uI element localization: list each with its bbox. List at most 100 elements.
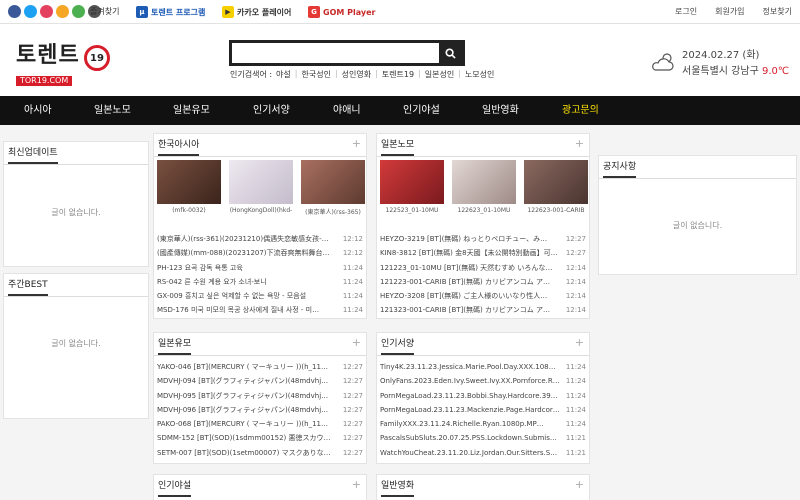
twitter-icon[interactable]	[24, 5, 37, 18]
nav-item-general-movie[interactable]: 일반영화	[482, 96, 519, 125]
section-title[interactable]: 일반영화	[381, 475, 415, 497]
nav-item-japan-yumo[interactable]: 일본유모	[173, 96, 210, 125]
more-icon[interactable]: +	[575, 336, 584, 349]
post-title: Tiny4K.23.11.23.Jessica.Marie.Pool.Day.X…	[380, 363, 560, 371]
list-item[interactable]: OnlyFans.2023.Eden.Ivy.Sweet.Ivy.XX.Porn…	[380, 374, 586, 388]
keyword-item[interactable]: 노모성인	[465, 69, 494, 80]
list-item[interactable]: PAKO-068 [BT](MERCURY ( マーキュリー ))(h_11… 1…	[157, 417, 363, 431]
cloud-sun-icon	[652, 53, 674, 71]
keyword-item[interactable]: 야설	[276, 69, 291, 80]
search-box	[229, 40, 465, 66]
list-item[interactable]: HEYZO-3219 [BT](無碼) ねっとりベロチュー、み… 12:27	[380, 232, 586, 246]
post-time: 12:27	[342, 405, 363, 414]
post-title: HEYZO-3219 [BT](無碼) ねっとりベロチュー、み…	[380, 235, 548, 243]
thumbnail-card[interactable]: (HongKongDoll)(hkd-	[229, 160, 293, 216]
list-item[interactable]: (東京華人)(rss-361)(20231210)偶遇失恋敏感女孩-… 12:12	[157, 232, 363, 246]
more-icon[interactable]: +	[352, 336, 361, 349]
list-item[interactable]: WatchYouCheat.23.11.20.Liz.Jordan.Our.Si…	[380, 446, 586, 460]
thumbnail-caption: 122523_01-10MU	[385, 207, 439, 214]
post-time: 12:14	[565, 263, 586, 272]
thumbnail-card[interactable]: 122623-001-CARIB	[524, 160, 588, 214]
section-title[interactable]: 일본유모	[158, 333, 192, 355]
find-info-link[interactable]: 정보찾기	[763, 6, 792, 17]
torrent-icon: μ	[136, 6, 148, 18]
weather-date: 2024.02.27 (화)	[682, 50, 760, 61]
list-item[interactable]: (國產傳媒)(mm-088)(20231207)下流吞爽無料舞台… 12:12	[157, 246, 363, 260]
post-title: PascalsSubSluts.20.07.25.PSS.Lockdown.Su…	[380, 434, 557, 443]
latest-updates-title[interactable]: 최신업데이트	[8, 142, 58, 164]
torrent-program-link[interactable]: μ 토렌트 프로그램	[136, 4, 205, 20]
list-item[interactable]: 121223-001-CARIB [BT](無碼) カリビアンコム ア… 12:1…	[380, 275, 586, 289]
nav-item-ad-inquiry[interactable]: 광고문의	[562, 96, 599, 125]
adult-19-badge: 19	[84, 45, 110, 71]
instagram-icon[interactable]	[40, 5, 53, 18]
kakao-player-link[interactable]: ▶ 카카오 플레이어	[222, 4, 291, 20]
list-item[interactable]: RS-042 른 수원 계용 요가 소녀-보니 11:24	[157, 275, 363, 289]
nav-item-asia[interactable]: 아시아	[24, 96, 52, 125]
more-icon[interactable]: +	[575, 137, 584, 150]
post-title: OnlyFans.2023.Eden.Ivy.Sweet.Ivy.XX.Porn…	[380, 377, 560, 386]
list-item[interactable]: 121323-001-CARIB [BT](無碼) カリビアンコム ア… 12:1…	[380, 303, 586, 317]
notice-title[interactable]: 공지사항	[603, 156, 637, 178]
site-header: 토렌트 TOR19.COM 19 인기검색어 : 야설 | 한국성인 | 성인영화 |…	[0, 24, 800, 96]
nav-item-anime[interactable]: 야애니	[333, 96, 361, 125]
list-item[interactable]: FamilyXXX.23.11.24.Richelle.Ryan.1080p.M…	[380, 417, 586, 431]
list-item[interactable]: PornMegaLoad.23.11.23.Bobbi.Shay.Hardcor…	[380, 389, 586, 403]
thumbnail-card[interactable]: 122523_01-10MU	[380, 160, 444, 214]
list-item[interactable]: PornMegaLoad.23.11.23.Mackenzie.Page.Har…	[380, 403, 586, 417]
post-title: SETM-007 [BT](SOD)(1setm00007) マスクありな…	[157, 448, 331, 457]
keyword-item[interactable]: 토렌트19	[382, 69, 414, 80]
gom-player-link[interactable]: G GOM Player	[308, 4, 375, 20]
list-item[interactable]: MSD-176 미국 미모의 목공 상사에게 질내 사정 - 미… 11:24	[157, 303, 363, 317]
list-item[interactable]: PascalsSubSluts.20.07.25.PSS.Lockdown.Su…	[380, 431, 586, 445]
weekly-best-title[interactable]: 주간BEST	[8, 274, 48, 296]
list-item[interactable]: MDVHJ-094 [BT](グラフィティジャパン)(48mdvhj… 12:27	[157, 374, 363, 388]
post-list: HEYZO-3219 [BT](無碼) ねっとりベロチュー、み… 12:27 KI…	[380, 232, 586, 318]
list-item[interactable]: HEYZO-3208 [BT](無碼) ご主人様のいいなり性人… 12:14	[380, 289, 586, 303]
list-item[interactable]: SDMM-152 [BT](SOD)(1sdmm00152) 悪徳スカウ… 12:…	[157, 431, 363, 445]
post-time: 12:14	[565, 292, 586, 301]
list-item[interactable]: PH-123 요곡 감독 욕통 고육 11:24	[157, 261, 363, 275]
section-title[interactable]: 인기서양	[381, 333, 415, 355]
list-item[interactable]: MDVHJ-095 [BT](グラフィティジャパン)(48mdvhj… 12:27	[157, 389, 363, 403]
section-title[interactable]: 한국아시아	[158, 134, 200, 156]
thumbnail-image	[452, 160, 516, 204]
telegram-icon[interactable]	[72, 5, 85, 18]
post-time: 11:24	[342, 263, 363, 272]
site-logo[interactable]: 토렌트 TOR19.COM 19	[16, 43, 110, 87]
thumbnail-card[interactable]: 122623_01-10MU	[452, 160, 516, 214]
nav-item-popular-yasul[interactable]: 인기야설	[403, 96, 440, 125]
favorite-link[interactable]: 즐겨찾기	[90, 6, 119, 17]
list-item[interactable]: SETM-007 [BT](SOD)(1setm00007) マスクありな… 12…	[157, 446, 363, 460]
nav-item-japan-nomo[interactable]: 일본노모	[94, 96, 131, 125]
list-item[interactable]: YAKO-046 [BT](MERCURY ( マーキュリー ))(h_11… 1…	[157, 360, 363, 374]
signup-link[interactable]: 회원가입	[715, 6, 744, 17]
japan-yumo-panel: 일본유모 + YAKO-046 [BT](MERCURY ( マーキュリー ))…	[153, 332, 367, 464]
facebook-icon[interactable]	[8, 5, 21, 18]
section-title[interactable]: 일본노모	[381, 134, 415, 156]
post-time: 11:24	[565, 405, 586, 414]
login-link[interactable]: 로그인	[675, 6, 697, 17]
keyword-item[interactable]: 성인영화	[342, 69, 371, 80]
list-item[interactable]: MDVHJ-096 [BT](グラフィティジャパン)(48mdvhj… 12:27	[157, 403, 363, 417]
keyword-item[interactable]: 한국성인	[301, 69, 330, 80]
thumbnail-card[interactable]: (東京華人)(rss-365)	[301, 160, 365, 216]
logo-main-text: 토렌트	[16, 43, 80, 68]
list-item[interactable]: Tiny4K.23.11.23.Jessica.Marie.Pool.Day.X…	[380, 360, 586, 374]
search-button[interactable]	[439, 43, 462, 63]
more-icon[interactable]: +	[352, 478, 361, 491]
list-item[interactable]: 121223_01-10MU [BT](無碼) 天然むすめ いろんな… 12:14	[380, 261, 586, 275]
keyword-item[interactable]: 일본성인	[425, 69, 454, 80]
list-item[interactable]: GX-009 흥치고 싶은 억제할 수 없는 욕망 - 모음설 11:24	[157, 289, 363, 303]
thumbnail-card[interactable]: (mfk-0032)	[157, 160, 221, 216]
more-icon[interactable]: +	[575, 478, 584, 491]
nav-item-popular-western[interactable]: 인기서양	[253, 96, 290, 125]
more-icon[interactable]: +	[352, 137, 361, 150]
post-title: MDVHJ-095 [BT](グラフィティジャパン)(48mdvhj…	[157, 391, 329, 400]
thumbnail-image	[301, 160, 365, 204]
list-item[interactable]: KIN8-3812 [BT](無碼) 金8天國【未公開特別動画】可… 12:27	[380, 246, 586, 260]
bell-icon[interactable]	[56, 5, 69, 18]
search-input[interactable]	[232, 43, 438, 63]
section-title[interactable]: 인기야설	[158, 475, 192, 497]
post-time: 11:21	[565, 448, 586, 457]
